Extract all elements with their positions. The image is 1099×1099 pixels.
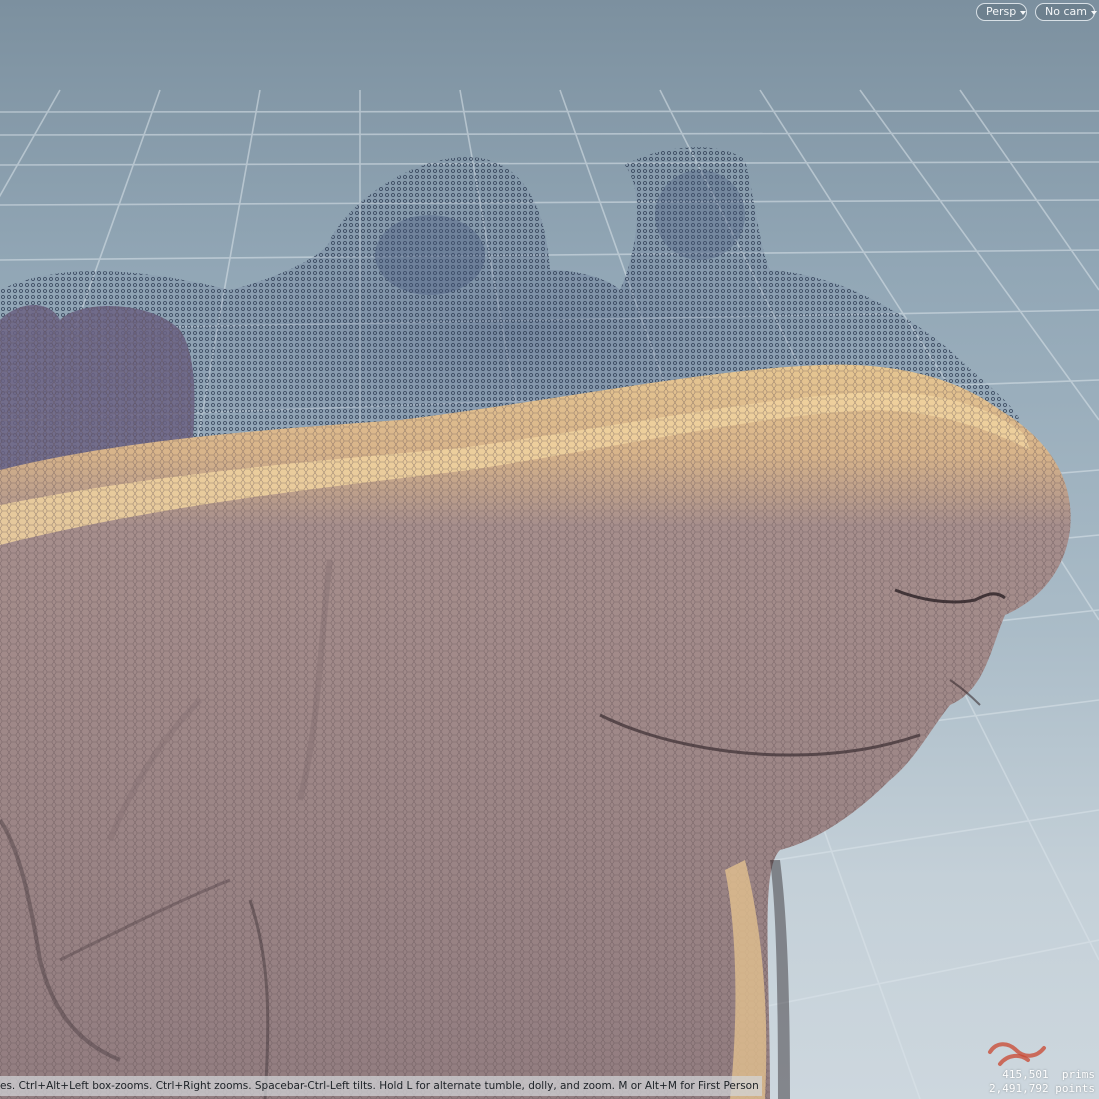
sculpt-mesh [0,364,1071,1099]
prims-count: 415,501 [1002,1068,1049,1081]
scene-canvas[interactable] [0,0,1099,1099]
geometry-stats: 415,501 prims 2,491,792 points [989,1068,1095,1096]
3d-viewport[interactable]: Persp No cam es. Ctrl+Alt+Left box-zooms… [0,0,1099,1099]
camera-menu-label: No cam [1045,5,1087,18]
houdini-swirl-icon [988,1042,1046,1066]
status-hint-text: es. Ctrl+Alt+Left box-zooms. Ctrl+Right … [0,1080,762,1092]
viewport-status-bar: es. Ctrl+Alt+Left box-zooms. Ctrl+Right … [0,1076,762,1096]
points-label: points [1055,1082,1095,1095]
prims-label: prims [1061,1068,1095,1081]
view-menu-button[interactable]: Persp [976,3,1027,21]
view-menu-label: Persp [986,5,1017,18]
caret-down-icon [1020,10,1027,15]
caret-down-icon [1090,10,1097,15]
camera-menu-button[interactable]: No cam [1035,3,1097,21]
points-count: 2,491,792 [989,1082,1049,1095]
